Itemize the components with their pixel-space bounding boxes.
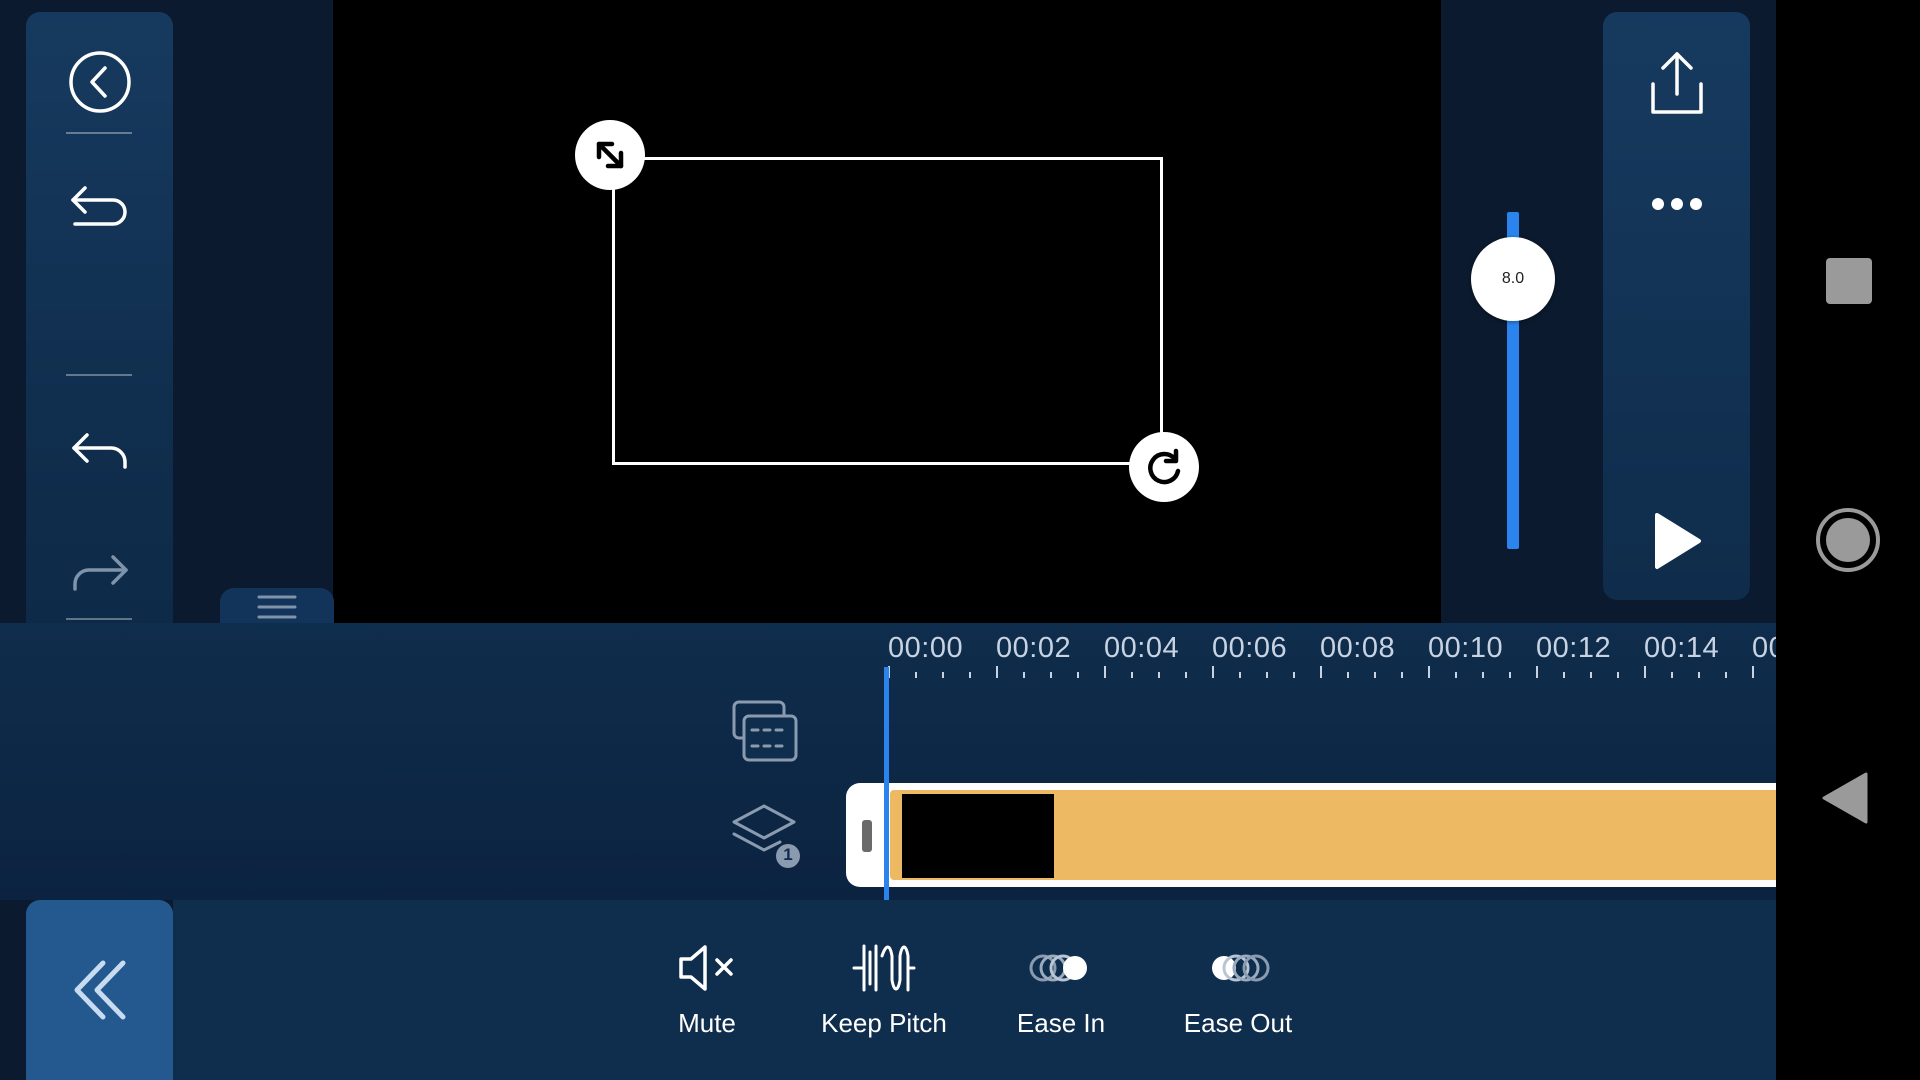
major-tick [1428, 666, 1430, 678]
share-button[interactable] [1638, 44, 1716, 122]
collapse-toolbar-button[interactable] [26, 900, 173, 1080]
recents-button[interactable] [1826, 258, 1872, 304]
undo-icon [72, 433, 127, 469]
minor-tick [969, 672, 971, 678]
minor-tick [1509, 672, 1511, 678]
system-navigation-bar [1776, 0, 1920, 1080]
redo-button[interactable] [62, 534, 138, 610]
minor-tick [1563, 672, 1565, 678]
volume-value: 8.0 [1501, 270, 1525, 288]
divider [66, 618, 132, 620]
divider [66, 374, 132, 376]
minor-tick [1590, 672, 1592, 678]
minor-tick [1347, 672, 1349, 678]
minor-tick [942, 672, 944, 678]
minor-tick [915, 672, 917, 678]
time-label: 00:10 [1428, 632, 1504, 664]
back-button[interactable] [62, 44, 138, 120]
time-label: 00:12 [1536, 632, 1612, 664]
resize-diagonal-icon [596, 141, 624, 169]
waveform-icon [852, 944, 916, 992]
minor-tick [1617, 672, 1619, 678]
recents-icon [1826, 258, 1872, 304]
home-icon [1816, 508, 1880, 572]
volume-slider-knob[interactable]: 8.0 [1471, 237, 1555, 322]
minor-tick [1050, 672, 1052, 678]
major-tick [1752, 666, 1754, 678]
divider [66, 132, 132, 134]
time-label: 00:00 [888, 632, 964, 664]
ease-out-label: Ease Out [1183, 1008, 1293, 1038]
play-button[interactable] [1638, 502, 1716, 580]
time-label: 00:06 [1212, 632, 1288, 664]
right-tool-panel [1603, 12, 1750, 600]
minor-tick [1725, 672, 1727, 678]
minor-tick [1698, 672, 1700, 678]
mute-icon [679, 945, 733, 991]
minor-tick [1185, 672, 1187, 678]
double-chevron-left-icon [74, 960, 125, 1020]
ease-in-icon [1029, 954, 1087, 982]
major-tick [1320, 666, 1322, 678]
layers-button[interactable]: 1 [728, 802, 804, 872]
minor-tick [1239, 672, 1241, 678]
ease-out-button[interactable]: Ease Out [1158, 940, 1318, 1060]
undo-button[interactable] [62, 412, 138, 488]
rotate-icon [1148, 448, 1181, 485]
major-tick [1212, 666, 1214, 678]
minor-tick [1671, 672, 1673, 678]
minor-tick [1158, 672, 1160, 678]
ease-in-label: Ease In [1016, 1008, 1106, 1038]
mute-button[interactable]: Mute [627, 940, 787, 1060]
ease-in-button[interactable]: Ease In [981, 940, 1141, 1060]
keep-pitch-button[interactable]: Keep Pitch [804, 940, 964, 1060]
minor-tick [1077, 672, 1079, 678]
share-icon [1651, 52, 1703, 114]
minor-tick [1401, 672, 1403, 678]
minor-tick [1023, 672, 1025, 678]
undo-return-icon [71, 186, 127, 226]
minor-tick [1266, 672, 1268, 678]
minor-tick [1482, 672, 1484, 678]
media-clips-icon [732, 700, 798, 762]
system-back-button[interactable] [1820, 770, 1870, 826]
minor-tick [1293, 672, 1295, 678]
major-tick [1536, 666, 1538, 678]
time-label: 00:02 [996, 632, 1072, 664]
time-label: 00 [1752, 632, 1776, 664]
ease-out-icon [1212, 954, 1270, 982]
time-label: 00:04 [1104, 632, 1180, 664]
playhead[interactable] [884, 667, 889, 900]
timeline-drag-handle[interactable] [220, 588, 334, 626]
more-options-button[interactable] [1638, 165, 1716, 243]
layer-count-badge: 1 [783, 845, 793, 864]
selection-box[interactable] [612, 157, 1163, 465]
clip-thumbnail [902, 794, 1054, 878]
time-label: 00:08 [1320, 632, 1396, 664]
minor-tick [1374, 672, 1376, 678]
clip-trim-handle[interactable] [862, 820, 872, 852]
more-icon [1652, 198, 1702, 210]
undo-all-button[interactable] [62, 170, 138, 246]
home-button[interactable] [1814, 506, 1882, 574]
bottom-toolbar [173, 900, 1776, 1080]
menu-lines-icon [257, 595, 297, 619]
major-tick [1644, 666, 1646, 678]
time-label: 00:14 [1644, 632, 1720, 664]
media-library-button[interactable] [728, 696, 800, 768]
resize-handle[interactable] [575, 120, 645, 190]
major-tick [996, 666, 998, 678]
back-circle-icon [69, 51, 131, 113]
major-tick [1104, 666, 1106, 678]
back-icon [1822, 772, 1868, 824]
redo-icon [73, 555, 128, 591]
mute-label: Mute [678, 1008, 736, 1038]
minor-tick [1455, 672, 1457, 678]
rotate-handle[interactable] [1129, 432, 1199, 502]
keep-pitch-label: Keep Pitch [821, 1008, 947, 1038]
minor-tick [1131, 672, 1133, 678]
play-icon [1655, 513, 1701, 569]
